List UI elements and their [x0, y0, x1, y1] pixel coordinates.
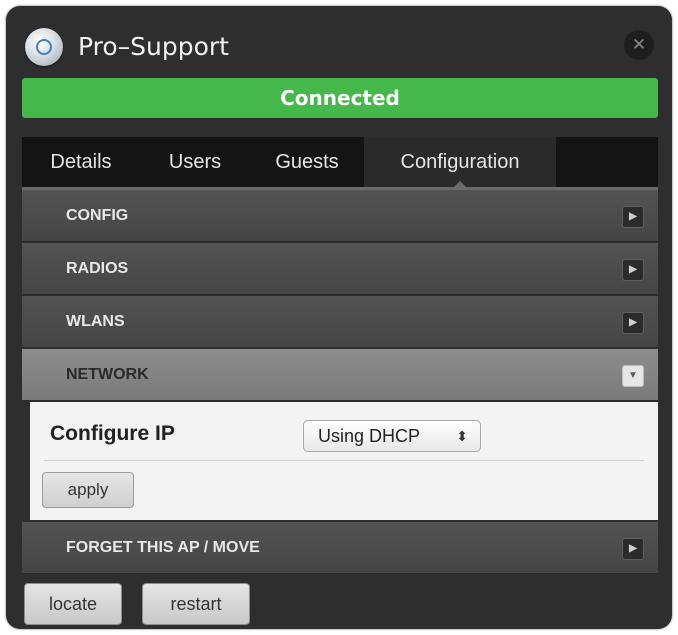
- section-radios[interactable]: RADIOS ▶: [22, 243, 658, 295]
- app-window: Pro–Support ✕ Connected Details Users Gu…: [6, 6, 672, 629]
- network-settings-panel: Configure IP Using DHCP ⬍ apply: [30, 402, 658, 520]
- configure-ip-value: Using DHCP: [318, 426, 421, 446]
- configure-ip-select[interactable]: Using DHCP ⬍: [303, 420, 481, 452]
- section-label: FORGET THIS AP / MOVE: [66, 539, 260, 556]
- title-bar[interactable]: Pro–Support ✕: [6, 6, 672, 76]
- tab-details[interactable]: Details: [22, 137, 140, 187]
- close-icon[interactable]: ✕: [624, 30, 654, 60]
- locate-button[interactable]: locate: [24, 583, 122, 625]
- tab-configuration[interactable]: Configuration: [364, 137, 556, 188]
- app-logo-icon: [25, 28, 63, 66]
- tab-bar: Details Users Guests Configuration: [22, 137, 658, 188]
- section-config[interactable]: CONFIG ▶: [22, 190, 658, 242]
- configure-ip-label: Configure IP: [50, 422, 175, 445]
- section-network[interactable]: NETWORK ▼: [22, 349, 658, 401]
- tab-users[interactable]: Users: [140, 137, 250, 187]
- chevron-right-icon[interactable]: ▶: [622, 259, 644, 281]
- connection-status-banner: Connected: [22, 78, 658, 118]
- window-title: Pro–Support: [78, 32, 229, 61]
- chevron-right-icon[interactable]: ▶: [622, 538, 644, 560]
- tab-guests[interactable]: Guests: [250, 137, 364, 187]
- section-forget-ap[interactable]: FORGET THIS AP / MOVE ▶: [22, 522, 658, 574]
- chevron-right-icon[interactable]: ▶: [622, 206, 644, 228]
- restart-button[interactable]: restart: [142, 583, 250, 625]
- apply-button[interactable]: apply: [42, 472, 134, 508]
- chevron-down-icon[interactable]: ▼: [622, 365, 644, 387]
- section-label: WLANS: [66, 313, 125, 330]
- select-arrows-icon: ⬍: [456, 428, 468, 444]
- divider: [44, 460, 644, 461]
- section-label: NETWORK: [66, 366, 149, 383]
- section-wlans[interactable]: WLANS ▶: [22, 296, 658, 348]
- chevron-right-icon[interactable]: ▶: [622, 312, 644, 334]
- section-label: RADIOS: [66, 260, 129, 277]
- section-label: CONFIG: [66, 207, 129, 224]
